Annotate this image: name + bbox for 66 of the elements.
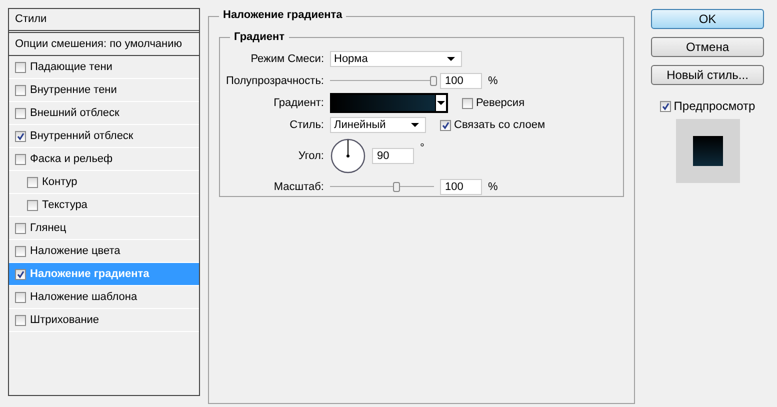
field-label: Стиль: — [288, 119, 324, 131]
group-title: Градиент — [230, 31, 289, 43]
panel-title: Стили — [9, 9, 199, 33]
style-item[interactable]: Глянец — [9, 217, 199, 240]
checkbox[interactable] — [15, 268, 26, 280]
field-label: Режим Смеси: — [250, 53, 324, 65]
slider-thumb[interactable] — [392, 182, 400, 192]
unit-label: % — [488, 181, 498, 193]
checkbox-label: Реверсия — [476, 97, 525, 109]
style-item[interactable]: Текстура — [9, 194, 199, 217]
opacity-field[interactable]: 100 — [440, 73, 482, 89]
checkbox[interactable] — [15, 246, 26, 256]
style-item[interactable]: Штрихование — [9, 309, 199, 332]
style-label: Контур — [42, 176, 78, 188]
field-label: Угол: — [297, 150, 324, 162]
checkbox[interactable] — [15, 62, 26, 72]
field-label: Масштаб: — [272, 181, 324, 193]
checkbox[interactable] — [15, 292, 26, 302]
style-label: Глянец — [30, 222, 66, 234]
checkbox[interactable] — [462, 98, 473, 108]
style-item[interactable]: Внешний отблеск — [9, 102, 199, 125]
style-label: Текстура — [42, 199, 88, 211]
style-item[interactable]: Фаска и рельеф — [9, 148, 199, 171]
field-label: Градиент: — [272, 97, 324, 109]
style-label: Внешний отблеск — [30, 107, 120, 119]
style-item[interactable]: Внутренние тени — [9, 79, 199, 102]
preview-thumbnail — [676, 119, 740, 183]
style-label: Внутренние тени — [30, 84, 117, 96]
dialog-button[interactable]: Новый стиль... — [651, 65, 764, 85]
scale-field[interactable]: 100 — [440, 179, 482, 195]
checkbox-label: Предпросмотр — [674, 99, 756, 113]
angle-field[interactable]: 90 — [372, 148, 414, 164]
checkbox[interactable] — [660, 100, 671, 112]
slider-thumb[interactable] — [430, 76, 437, 86]
checkbox[interactable] — [27, 200, 38, 210]
style-item[interactable]: Внутренний отблеск — [9, 125, 199, 148]
style-label: Фаска и рельеф — [30, 153, 113, 165]
dialog-button[interactable]: Отмена — [651, 37, 764, 57]
dialog-button[interactable]: OK — [651, 9, 764, 29]
blend-mode-dropdown[interactable]: Норма — [330, 51, 462, 67]
style-item[interactable]: Контур — [9, 171, 199, 194]
unit-label: % — [488, 75, 498, 87]
checkbox[interactable] — [15, 314, 26, 326]
checkbox[interactable] — [15, 222, 26, 234]
section-title: Наложение градиента — [219, 9, 346, 21]
style-label: Штрихование — [30, 314, 100, 326]
checkbox[interactable] — [15, 130, 26, 142]
angle-dial[interactable] — [330, 138, 366, 174]
gradient-picker[interactable] — [330, 93, 448, 113]
style-label: Падающие тени — [30, 61, 112, 73]
checkbox[interactable] — [27, 176, 38, 188]
checkbox[interactable] — [15, 154, 26, 164]
checkbox[interactable] — [440, 120, 451, 130]
field-label: Полупрозрачность: — [224, 75, 324, 87]
style-item[interactable]: Наложение шаблона — [9, 286, 199, 309]
style-item[interactable]: Падающие тени — [9, 56, 199, 79]
style-label: Наложение градиента — [30, 268, 150, 280]
style-label: Внутренний отблеск — [30, 130, 134, 142]
style-label: Наложение цвета — [30, 245, 120, 257]
style-dropdown[interactable]: Линейный — [330, 117, 426, 133]
style-label: Наложение шаблона — [30, 291, 138, 303]
unit-label: ° — [420, 142, 424, 154]
blend-options-item[interactable]: Опции смешения: по умолчанию — [9, 33, 199, 56]
checkbox-label: Связать со слоем — [454, 119, 546, 131]
checkbox[interactable] — [15, 84, 26, 96]
checkbox[interactable] — [15, 108, 26, 118]
